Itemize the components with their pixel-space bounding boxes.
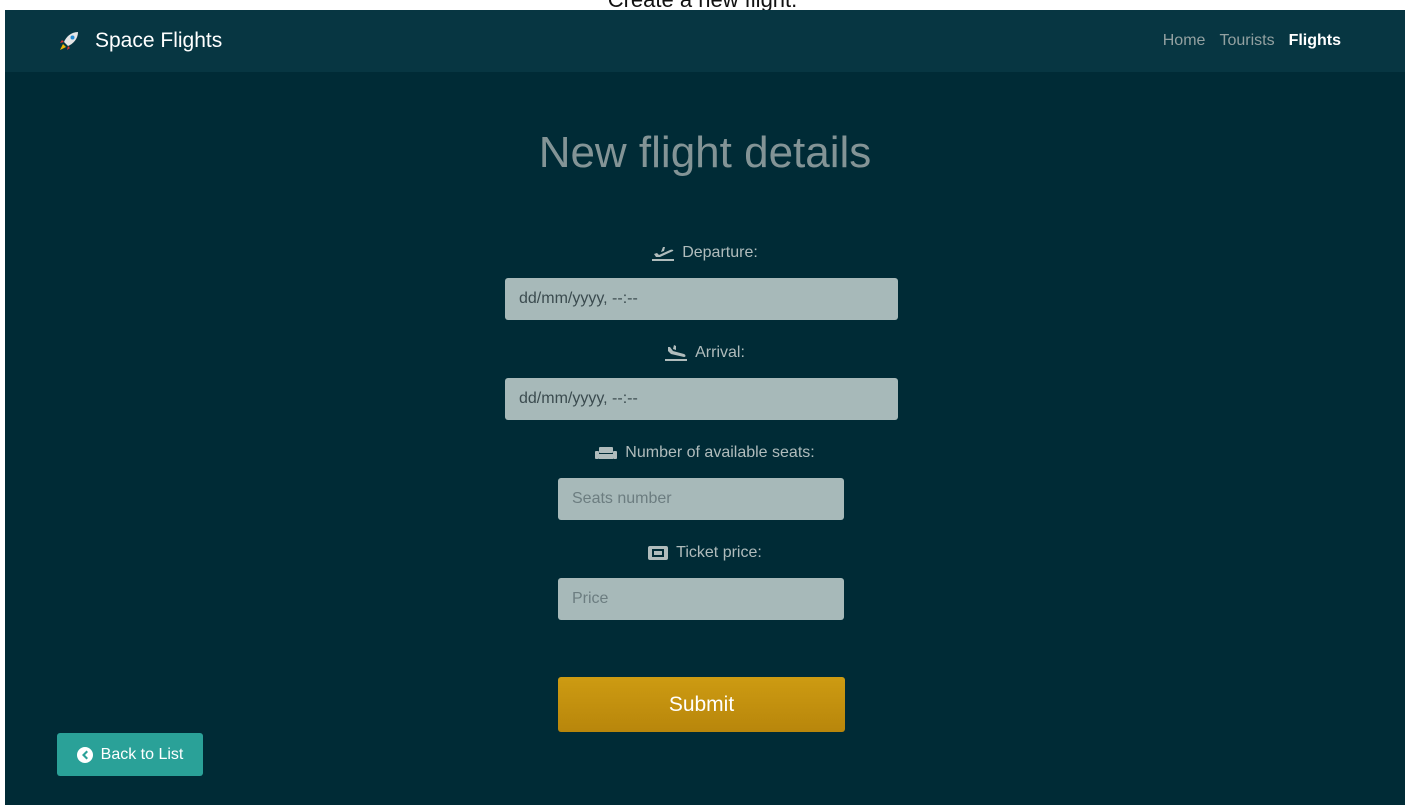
rocket-icon <box>57 29 81 53</box>
app-window: Space Flights Home Tourists Flights New … <box>5 10 1405 805</box>
arrival-label: Arrival: <box>5 344 1405 362</box>
navbar: Space Flights Home Tourists Flights <box>5 10 1405 72</box>
price-input[interactable] <box>558 578 844 620</box>
price-label-text: Ticket price: <box>676 544 762 561</box>
page-title: New flight details <box>538 128 872 177</box>
seats-label: Number of available seats: <box>5 444 1405 462</box>
nav-link-tourists[interactable]: Tourists <box>1219 32 1274 50</box>
arrival-label-text: Arrival: <box>695 344 745 361</box>
plane-departure-icon <box>652 247 675 261</box>
departure-input[interactable]: dd/mm/yyyy, --:-- <box>505 278 898 320</box>
back-to-list-button[interactable]: Back to List <box>57 733 203 776</box>
price-label: Ticket price: <box>5 544 1405 562</box>
brand-name: Space Flights <box>95 29 223 52</box>
departure-label: Departure: <box>5 244 1405 262</box>
nav-links: Home Tourists Flights <box>1163 32 1341 50</box>
back-to-list-label: Back to List <box>100 745 184 763</box>
ticket-icon <box>648 546 669 560</box>
submit-button[interactable]: Submit <box>558 677 845 732</box>
nav-link-flights[interactable]: Flights <box>1289 32 1341 50</box>
couch-icon <box>595 447 618 459</box>
plane-arrival-icon <box>665 345 688 361</box>
seats-input[interactable] <box>558 478 844 520</box>
arrow-circle-left-icon <box>76 746 93 763</box>
arrival-input[interactable]: dd/mm/yyyy, --:-- <box>505 378 898 420</box>
departure-label-text: Departure: <box>682 244 758 261</box>
brand-link[interactable]: Space Flights <box>57 29 222 53</box>
nav-link-home[interactable]: Home <box>1163 32 1206 50</box>
seats-label-text: Number of available seats: <box>625 444 815 461</box>
